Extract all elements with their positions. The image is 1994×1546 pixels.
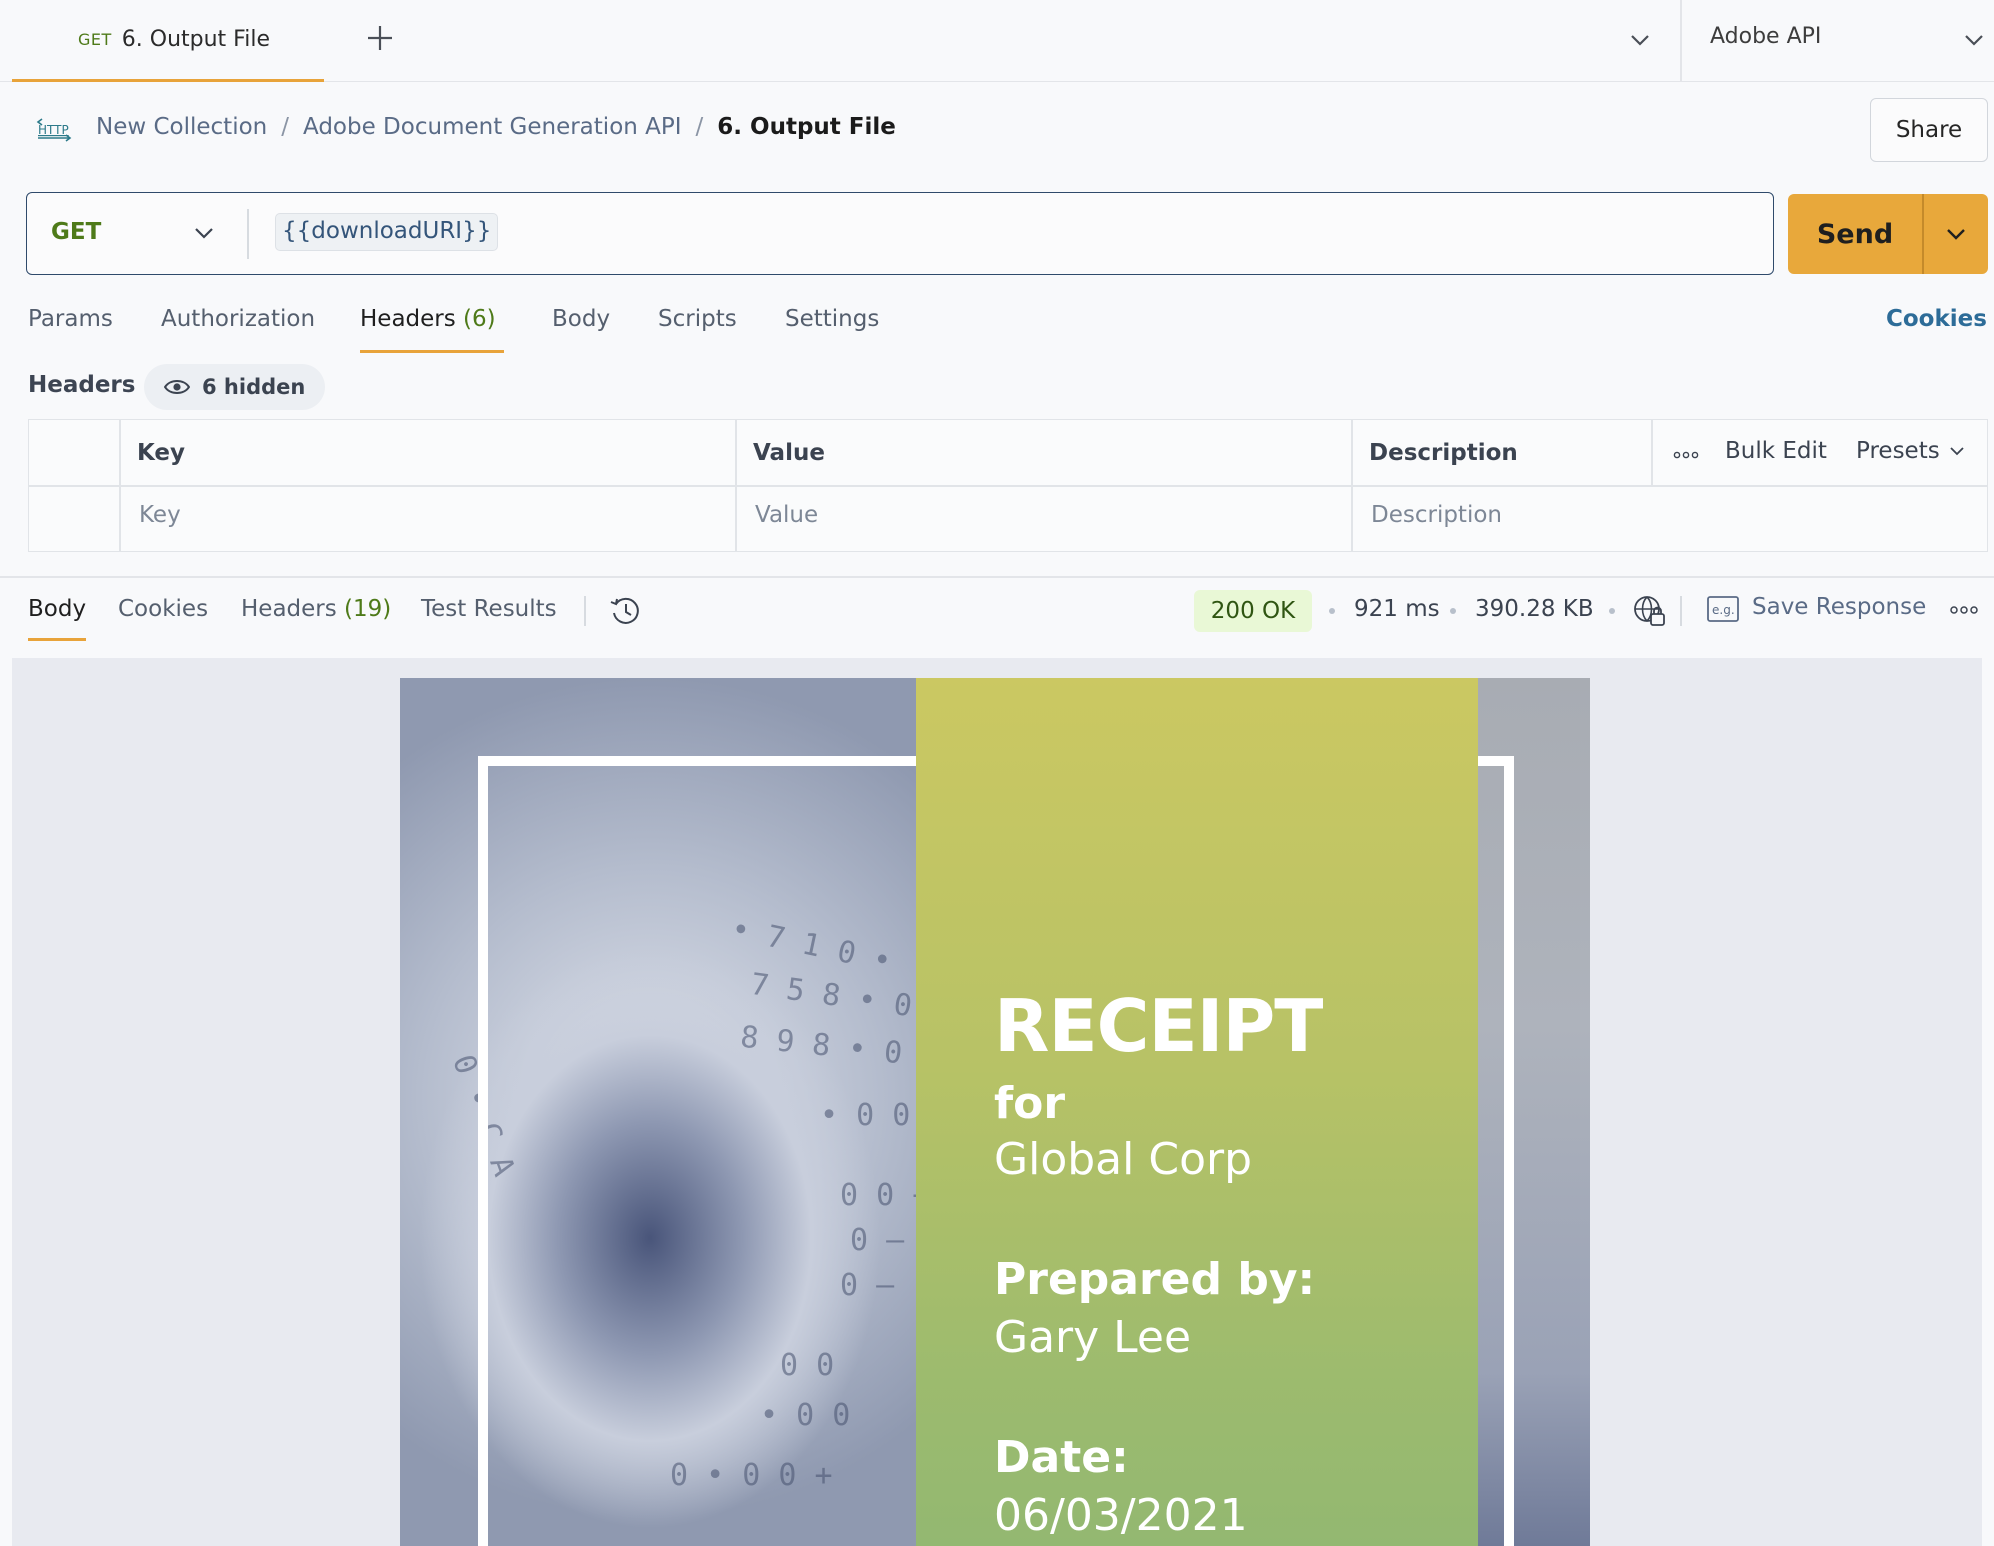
history-icon[interactable] xyxy=(608,594,642,628)
hidden-headers-toggle[interactable]: 6 hidden xyxy=(144,364,326,410)
divider xyxy=(1351,420,1353,551)
column-header-value: Value xyxy=(753,440,825,466)
headers-table: Key Value Description Bulk Edit Presets … xyxy=(28,419,1988,552)
http-icon: HTTP xyxy=(36,118,72,142)
divider xyxy=(1680,596,1682,626)
receipt-date-value: 06/03/2021 xyxy=(994,1490,1248,1541)
breadcrumb-folder[interactable]: Adobe Document Generation API xyxy=(303,114,682,140)
more-options-icon[interactable] xyxy=(1950,605,1978,615)
breadcrumb-collection[interactable]: New Collection xyxy=(96,114,267,140)
tab-params[interactable]: Params xyxy=(28,306,113,332)
column-header-key: Key xyxy=(137,440,186,466)
receipt-company: Global Corp xyxy=(994,1134,1253,1185)
chevron-down-icon[interactable] xyxy=(191,221,217,245)
cookies-link[interactable]: Cookies xyxy=(1886,306,1987,332)
value-input[interactable]: Value xyxy=(755,502,818,528)
response-tab-test-results[interactable]: Test Results xyxy=(421,596,557,622)
separator-dot xyxy=(1329,608,1335,614)
send-button-group: Send xyxy=(1788,194,1988,274)
response-size[interactable]: 390.28 KB xyxy=(1475,596,1594,622)
example-icon[interactable]: e.g. xyxy=(1706,595,1740,623)
receipt-prepared-name: Gary Lee xyxy=(994,1312,1192,1363)
hidden-count: 6 hidden xyxy=(202,375,306,399)
divider xyxy=(1922,194,1924,274)
divider xyxy=(119,420,121,551)
column-header-description: Description xyxy=(1369,440,1518,466)
globe-lock-icon[interactable] xyxy=(1632,594,1666,628)
separator-dot xyxy=(1450,608,1456,614)
eye-icon xyxy=(164,380,190,394)
divider xyxy=(584,596,586,626)
presets-label: Presets xyxy=(1856,438,1940,464)
response-tab-body[interactable]: Body xyxy=(28,596,86,622)
active-tab-indicator xyxy=(28,638,86,641)
url-bar: GET {{downloadURI}} xyxy=(26,192,1774,275)
chevron-down-icon xyxy=(1950,447,1964,456)
breadcrumb-separator: / xyxy=(695,114,704,140)
tab-headers[interactable]: Headers (6) xyxy=(360,306,496,332)
divider xyxy=(1651,420,1653,485)
divider xyxy=(247,209,249,259)
chevron-down-icon[interactable] xyxy=(1626,28,1654,52)
breadcrumb-separator: / xyxy=(281,114,289,140)
divider xyxy=(1680,0,1682,82)
plus-icon[interactable] xyxy=(362,20,398,56)
breadcrumb-current[interactable]: 6. Output File xyxy=(717,114,896,140)
divider xyxy=(0,576,1994,578)
response-tab-cookies[interactable]: Cookies xyxy=(118,596,208,622)
tab-method-badge: GET xyxy=(78,30,112,49)
tab-body[interactable]: Body xyxy=(552,306,610,332)
tab-settings[interactable]: Settings xyxy=(785,306,879,332)
send-button[interactable]: Send xyxy=(1788,194,1922,274)
description-input[interactable]: Description xyxy=(1371,502,1502,528)
tab-scripts[interactable]: Scripts xyxy=(658,306,737,332)
status-badge[interactable]: 200 OK xyxy=(1194,590,1312,632)
tab-bar: GET 6. Output File Adobe API xyxy=(0,0,1994,82)
tab-label: Headers xyxy=(241,596,337,622)
receipt-for-label: for xyxy=(994,1078,1066,1129)
share-button[interactable]: Share xyxy=(1870,98,1988,162)
tab-label: Headers xyxy=(360,306,456,332)
separator-dot xyxy=(1609,608,1615,614)
environment-selector[interactable]: Adobe API xyxy=(1710,24,1821,49)
active-tab-indicator xyxy=(360,350,504,353)
svg-text:e.g.: e.g. xyxy=(1712,603,1735,617)
tab-authorization[interactable]: Authorization xyxy=(161,306,315,332)
presets-dropdown[interactable]: Presets xyxy=(1856,438,1966,464)
url-input[interactable]: {{downloadURI}} xyxy=(275,213,499,251)
chevron-down-icon[interactable] xyxy=(1960,28,1988,52)
headers-heading: Headers xyxy=(28,372,136,398)
tab-count: (6) xyxy=(463,306,496,332)
receipt-title: RECEIPT xyxy=(994,984,1323,1068)
more-options-icon[interactable] xyxy=(1673,450,1699,460)
receipt-date-label: Date: xyxy=(994,1432,1129,1483)
method-selector[interactable]: GET xyxy=(51,219,101,245)
receipt-prepared-label: Prepared by: xyxy=(994,1254,1316,1305)
tab-count: (19) xyxy=(344,596,392,622)
receipt-document: • 7 1 0 • 7 5 8 • 0 8 9 8 • 0 • 0 0 0 0 … xyxy=(400,678,1590,1546)
bulk-edit-button[interactable]: Bulk Edit xyxy=(1725,438,1827,464)
divider xyxy=(735,420,737,551)
response-time[interactable]: 921 ms xyxy=(1354,596,1440,622)
response-tab-headers[interactable]: Headers (19) xyxy=(241,596,391,622)
tab-title: 6. Output File xyxy=(121,27,270,52)
divider xyxy=(29,485,1987,487)
svg-text:HTTP: HTTP xyxy=(38,123,69,137)
save-response-button[interactable]: Save Response xyxy=(1752,594,1926,620)
chevron-down-icon[interactable] xyxy=(1942,222,1970,246)
key-input[interactable]: Key xyxy=(139,502,181,528)
request-tab[interactable]: GET 6. Output File xyxy=(12,0,324,82)
breadcrumb: New Collection / Adobe Document Generati… xyxy=(96,114,896,140)
